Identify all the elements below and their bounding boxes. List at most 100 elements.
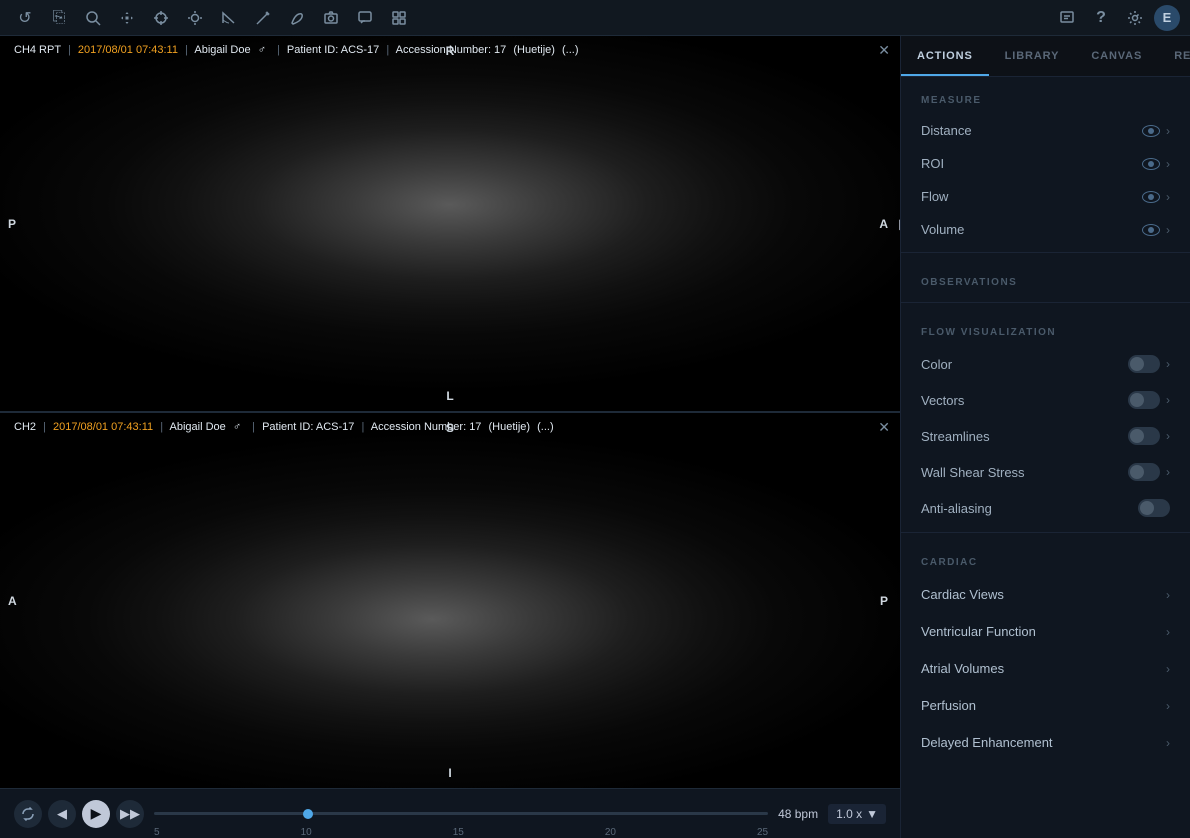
speed-control[interactable]: 1.0 x ▼ [828, 804, 886, 824]
move-icon[interactable] [112, 3, 142, 33]
tab-report[interactable]: REPORT [1158, 36, 1190, 76]
share-icon[interactable] [1052, 3, 1082, 33]
mri-image-top[interactable]: CH4 RPT | 2017/08/01 07:43:11 | Abigail … [0, 36, 900, 411]
measure-flow-label: Flow [921, 189, 1142, 204]
tab-actions[interactable]: ACTIONS [901, 36, 989, 76]
measure-volume-icons: › [1142, 223, 1170, 237]
viewer-bottom: CH2 | 2017/08/01 07:43:11 | Abigail Doe … [0, 413, 900, 788]
crosshair-icon[interactable] [146, 3, 176, 33]
measure-roi-label: ROI [921, 156, 1142, 171]
cardiac-views-label: Cardiac Views [921, 587, 1166, 602]
measure-volume-row[interactable]: Volume › [901, 213, 1190, 246]
wss-chevron-icon[interactable]: › [1166, 465, 1170, 479]
draw-icon[interactable] [282, 3, 312, 33]
measure-flow-row[interactable]: Flow › [901, 180, 1190, 213]
color-toggle[interactable] [1128, 355, 1160, 373]
play-controls: ◀ ▶ ▶▶ [14, 800, 144, 828]
measure-roi-icons: › [1142, 157, 1170, 171]
measure-roi-row[interactable]: ROI › [901, 147, 1190, 180]
orient-bottom-right: P [880, 594, 888, 608]
perfusion-chevron: › [1166, 699, 1170, 713]
measure-distance-icons: › [1142, 124, 1170, 138]
flow-vis-section-header: FLOW VISUALIZATION [901, 309, 1190, 346]
settings-icon[interactable] [1120, 3, 1150, 33]
flow-color-row[interactable]: Color › [901, 346, 1190, 382]
playback-scrubber[interactable]: 5 10 15 20 25 [154, 804, 768, 824]
divider-3 [901, 532, 1190, 533]
flow-vectors-row[interactable]: Vectors › [901, 382, 1190, 418]
toolbar-right-icons: ? E [1052, 3, 1180, 33]
flow-antialiasing-icons [1138, 499, 1170, 517]
tab-bar: ACTIONS LIBRARY CANVAS REPORT [901, 36, 1190, 77]
orient-bottom-bottom: I [448, 766, 451, 780]
playback-bar: ◀ ▶ ▶▶ 5 10 15 20 25 48 bpm 1.0 x ▼ [0, 788, 900, 838]
close-bottom-viewer[interactable]: ✕ [878, 419, 890, 436]
flow-chevron-icon[interactable]: › [1166, 190, 1170, 204]
zoom-icon[interactable] [78, 3, 108, 33]
flow-wss-label: Wall Shear Stress [921, 465, 1128, 480]
delayed-enhancement-row[interactable]: Delayed Enhancement › [901, 724, 1190, 761]
ventricular-function-chevron: › [1166, 625, 1170, 639]
observations-section-header: OBSERVATIONS [901, 259, 1190, 296]
wss-toggle[interactable] [1128, 463, 1160, 481]
antialiasing-toggle[interactable] [1138, 499, 1170, 517]
viewer-top: CH4 RPT | 2017/08/01 07:43:11 | Abigail … [0, 36, 900, 413]
distance-chevron-icon[interactable]: › [1166, 124, 1170, 138]
orient-top-bottom: L [446, 389, 453, 403]
annotate-icon[interactable] [248, 3, 278, 33]
streamlines-toggle[interactable] [1128, 427, 1160, 445]
flow-eye-icon[interactable] [1142, 191, 1160, 203]
mri-image-bottom[interactable]: CH2 | 2017/08/01 07:43:11 | Abigail Doe … [0, 413, 900, 788]
copy-icon[interactable]: ⎘ [44, 3, 74, 33]
prev-button[interactable]: ◀ [48, 800, 76, 828]
volume-eye-icon[interactable] [1142, 224, 1160, 236]
color-chevron-icon[interactable]: › [1166, 357, 1170, 371]
ventricular-function-label: Ventricular Function [921, 624, 1166, 639]
roi-eye-icon[interactable] [1142, 158, 1160, 170]
volume-chevron-icon[interactable]: › [1166, 223, 1170, 237]
actions-panel: MEASURE Distance › ROI › Flow [901, 77, 1190, 838]
help-icon[interactable]: ? [1086, 3, 1116, 33]
undo-icon[interactable]: ↺ [10, 3, 40, 33]
layout-icon[interactable] [384, 3, 414, 33]
tab-canvas[interactable]: CANVAS [1075, 36, 1158, 76]
flow-wss-icons: › [1128, 463, 1170, 481]
scrubber-track[interactable] [154, 812, 768, 815]
viewer-label-top: CH4 RPT | 2017/08/01 07:43:11 | Abigail … [14, 44, 579, 56]
flow-antialiasing-row[interactable]: Anti-aliasing [901, 490, 1190, 526]
brightness-icon[interactable] [180, 3, 210, 33]
ventricular-function-row[interactable]: Ventricular Function › [901, 613, 1190, 650]
loop-button[interactable] [14, 800, 42, 828]
orient-top-left: P [8, 217, 16, 231]
angle-icon[interactable] [214, 3, 244, 33]
perfusion-row[interactable]: Perfusion › [901, 687, 1190, 724]
atrial-volumes-row[interactable]: Atrial Volumes › [901, 650, 1190, 687]
flow-color-label: Color [921, 357, 1128, 372]
roi-chevron-icon[interactable]: › [1166, 157, 1170, 171]
next-button[interactable]: ▶▶ [116, 800, 144, 828]
streamlines-chevron-icon[interactable]: › [1166, 429, 1170, 443]
comment-icon[interactable] [350, 3, 380, 33]
scrubber-thumb[interactable] [303, 809, 313, 819]
cardiac-views-chevron: › [1166, 588, 1170, 602]
flow-color-icons: › [1128, 355, 1170, 373]
tab-library[interactable]: LIBRARY [989, 36, 1076, 76]
delayed-enhancement-label: Delayed Enhancement [921, 735, 1166, 750]
main-content: CH4 RPT | 2017/08/01 07:43:11 | Abigail … [0, 36, 1190, 838]
cardiac-views-row[interactable]: Cardiac Views › [901, 576, 1190, 613]
user-avatar[interactable]: E [1154, 5, 1180, 31]
vectors-chevron-icon[interactable]: › [1166, 393, 1170, 407]
flow-streamlines-icons: › [1128, 427, 1170, 445]
divider-1 [901, 252, 1190, 253]
viewer-top-side-arrow[interactable]: ▶ [899, 215, 900, 232]
measure-distance-row[interactable]: Distance › [901, 114, 1190, 147]
viewer-label-bottom: CH2 | 2017/08/01 07:43:11 | Abigail Doe … [14, 421, 554, 433]
orient-bottom-top: S [446, 421, 454, 435]
close-top-viewer[interactable]: ✕ [878, 42, 890, 59]
flow-streamlines-row[interactable]: Streamlines › [901, 418, 1190, 454]
screenshot-icon[interactable] [316, 3, 346, 33]
play-button[interactable]: ▶ [82, 800, 110, 828]
distance-eye-icon[interactable] [1142, 125, 1160, 137]
vectors-toggle[interactable] [1128, 391, 1160, 409]
flow-wss-row[interactable]: Wall Shear Stress › [901, 454, 1190, 490]
